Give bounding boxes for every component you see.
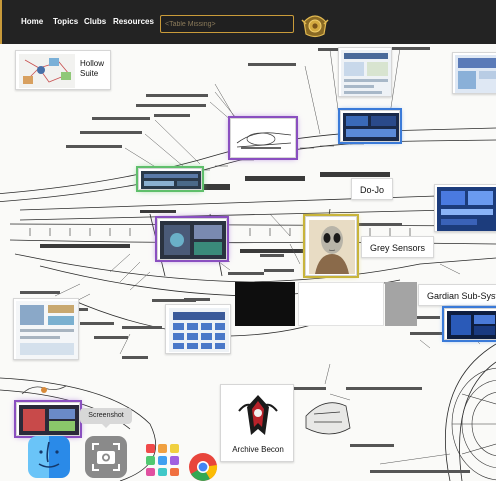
shuttle-bay-thumbnail bbox=[343, 113, 399, 141]
tactical-thumbnail bbox=[16, 301, 78, 359]
engineering-console-thumbnail bbox=[437, 187, 496, 231]
nav-clubs[interactable]: Clubs bbox=[84, 17, 106, 26]
app-grid-icon bbox=[146, 444, 179, 476]
finder-dock-icon[interactable] bbox=[28, 436, 70, 478]
deck-plan-card[interactable] bbox=[452, 52, 496, 94]
sub-systems-screen-thumbnail bbox=[447, 311, 496, 339]
grey-panel-block[interactable] bbox=[385, 282, 417, 326]
archive-becon-logo bbox=[238, 395, 278, 435]
mind-map-canvas[interactable]: Hollow Suite Do-Jo Grey Sensors Gardian … bbox=[0, 44, 496, 481]
hollow-suite-card[interactable]: Hollow Suite bbox=[15, 50, 111, 90]
search-input[interactable] bbox=[160, 15, 294, 33]
shuttle-bay-card[interactable] bbox=[340, 110, 400, 142]
gardian-sub-systems-label: Gardian Sub-Systems bbox=[427, 291, 496, 301]
engineering-console-card[interactable] bbox=[434, 184, 496, 232]
finder-face-icon bbox=[38, 441, 60, 468]
hollow-suite-thumbnail bbox=[19, 54, 75, 88]
dojo-label: Do-Jo bbox=[360, 185, 385, 195]
tactical-card[interactable] bbox=[13, 298, 79, 360]
nav-resources[interactable]: Resources bbox=[113, 17, 154, 26]
light-panel-block[interactable] bbox=[298, 282, 384, 326]
top-nav-bar: Home Topics Clubs Resources bbox=[0, 0, 496, 44]
keypad-thumbnail bbox=[169, 308, 229, 352]
archive-becon-label: Archive Becon bbox=[232, 445, 284, 454]
holodeck-thumbnail bbox=[19, 405, 79, 435]
grey-alien-portrait bbox=[309, 220, 355, 274]
archive-becon-card[interactable]: Archive Becon bbox=[220, 384, 294, 462]
dark-panel-block[interactable] bbox=[235, 282, 295, 326]
nav-topics[interactable]: Topics bbox=[53, 17, 78, 26]
screenshot-tooltip: Screenshot bbox=[80, 408, 132, 428]
dojo-card[interactable]: Do-Jo bbox=[351, 178, 394, 200]
hollow-suite-label: Hollow Suite bbox=[80, 59, 105, 78]
bridge-console-card[interactable] bbox=[338, 47, 392, 97]
impulse-engine-card[interactable] bbox=[138, 168, 202, 190]
nav-deflector-thumbnail bbox=[233, 121, 295, 157]
sub-systems-screen-card[interactable] bbox=[444, 308, 496, 340]
bridge-sketch-graphic bbox=[21, 385, 67, 395]
holodeck-card[interactable] bbox=[16, 402, 80, 436]
bridge-console-thumbnail bbox=[341, 50, 391, 96]
warp-core-card[interactable] bbox=[157, 218, 227, 260]
gardian-sub-systems-card[interactable]: Gardian Sub-Systems bbox=[418, 284, 496, 306]
warp-core-thumbnail bbox=[160, 221, 226, 259]
nav-home[interactable]: Home bbox=[21, 17, 43, 26]
grey-sensors-image[interactable] bbox=[305, 216, 357, 276]
keypad-card[interactable] bbox=[165, 304, 231, 354]
screenshot-tooltip-label: Screenshot bbox=[88, 412, 124, 419]
bridge-sketch bbox=[20, 382, 68, 398]
deck-plan-thumbnail bbox=[455, 55, 496, 93]
launchpad-dock-icon[interactable] bbox=[142, 436, 184, 478]
grey-sensors-label: Grey Sensors bbox=[370, 243, 426, 253]
grey-sensors-card[interactable]: Grey Sensors bbox=[361, 236, 435, 258]
camera-icon bbox=[92, 443, 120, 471]
chrome-dock-icon[interactable] bbox=[188, 452, 218, 481]
nav-edge-accent bbox=[0, 0, 2, 44]
nav-deflector-card[interactable] bbox=[230, 118, 296, 158]
chrome-icon bbox=[189, 453, 218, 481]
screenshot-dock-icon[interactable] bbox=[85, 436, 127, 478]
club-emblem-icon[interactable] bbox=[300, 12, 330, 38]
impulse-engine-thumbnail bbox=[141, 171, 201, 189]
